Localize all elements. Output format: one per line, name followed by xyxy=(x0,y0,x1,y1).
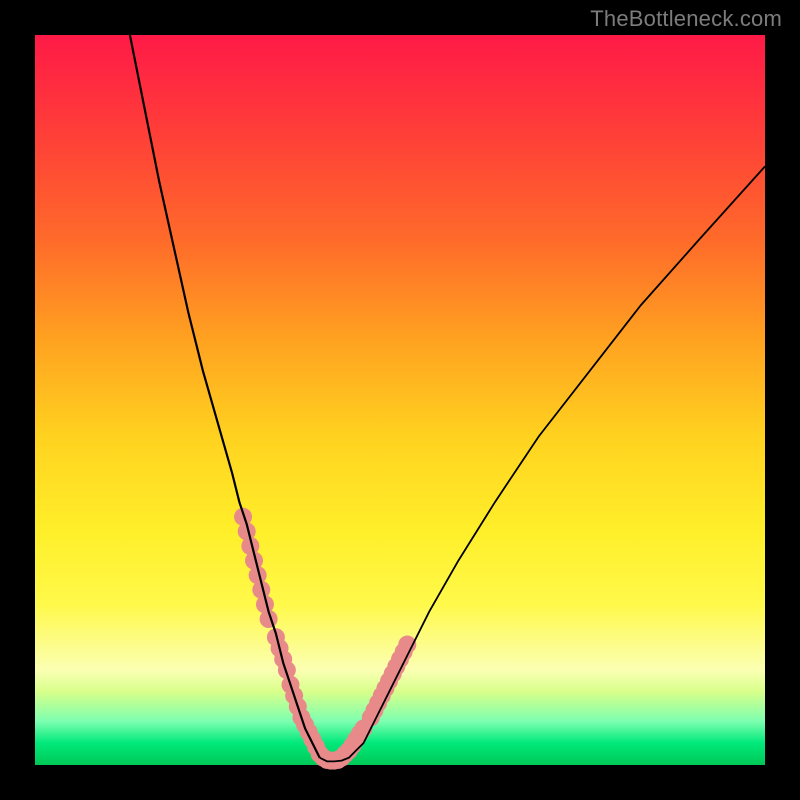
left-branch-curve xyxy=(130,35,320,758)
curve-svg xyxy=(35,35,765,765)
chart-frame: TheBottleneck.com xyxy=(0,0,800,800)
highlight-dots-layer xyxy=(234,508,416,770)
watermark-label: TheBottleneck.com xyxy=(590,6,782,32)
gradient-plot-area xyxy=(35,35,765,765)
